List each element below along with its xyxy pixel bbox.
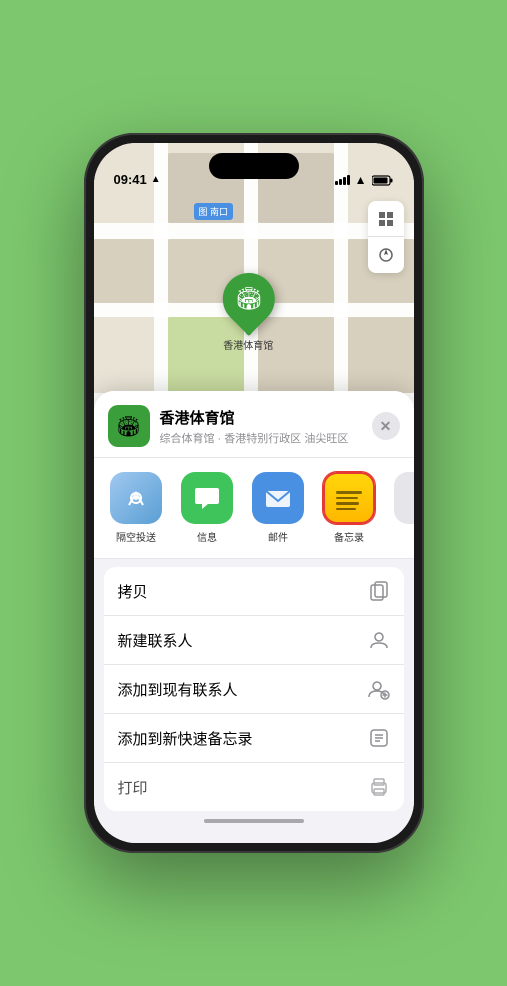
new-contact-label: 新建联系人: [118, 630, 193, 651]
pin-label: 香港体育馆: [223, 337, 273, 352]
status-time: 09:41 ▲: [114, 172, 161, 187]
airdrop-icon: [121, 483, 151, 513]
time-display: 09:41: [114, 172, 147, 187]
location-pin: 🏟: [212, 262, 286, 336]
signal-bar-4: [347, 175, 350, 185]
notes-line-3: [336, 502, 359, 505]
add-notes-label: 添加到新快速备忘录: [118, 728, 253, 749]
location-button[interactable]: [368, 237, 404, 273]
compass-icon: [378, 247, 394, 263]
notes-line-1: [336, 491, 362, 494]
close-button[interactable]: ✕: [372, 412, 400, 440]
notes-lines: [330, 487, 368, 510]
signal-bars: [335, 175, 350, 185]
action-print[interactable]: 打印: [104, 763, 404, 811]
mail-label: 邮件: [268, 529, 288, 544]
share-row: 隔空投送 信息: [94, 458, 414, 559]
bottom-sheet: 🏟 香港体育馆 综合体育馆 · 香港特别行政区 油尖旺区 ✕: [94, 391, 414, 843]
action-copy[interactable]: 拷贝: [104, 567, 404, 616]
signal-bar-3: [343, 177, 346, 185]
phone-screen: 09:41 ▲ ▲: [94, 143, 414, 843]
layers-icon: [377, 210, 395, 228]
venue-icon: 🏟: [108, 405, 150, 447]
map-label-text: 南口: [210, 207, 228, 217]
home-indicator: [204, 819, 304, 823]
messages-icon-bg: [181, 472, 233, 524]
notes-icon-bg: [323, 472, 375, 524]
venue-subtitle: 综合体育馆 · 香港特别行政区 油尖旺区: [160, 430, 372, 446]
mail-icon: [263, 483, 293, 513]
new-contact-icon: [368, 629, 390, 651]
share-item-mail[interactable]: 邮件: [246, 472, 311, 544]
messages-icon: [192, 483, 222, 513]
signal-bar-2: [339, 179, 342, 185]
share-item-messages[interactable]: 信息: [175, 472, 240, 544]
location-arrow-icon: ▲: [151, 174, 161, 185]
phone-frame: 09:41 ▲ ▲: [84, 133, 424, 853]
location-pin-container: 🏟 香港体育馆: [222, 273, 274, 352]
add-existing-label: 添加到现有联系人: [118, 679, 238, 700]
notes-line-4: [336, 508, 356, 511]
map-label: 图 南口: [194, 203, 234, 220]
map-label-prefix: 图: [199, 207, 208, 217]
copy-icon: [368, 580, 390, 602]
map-controls: [368, 201, 404, 273]
share-item-more[interactable]: 推: [388, 472, 414, 544]
airdrop-icon-bg: [110, 472, 162, 524]
share-item-airdrop[interactable]: 隔空投送: [104, 472, 169, 544]
venue-pin-icon: 🏟: [234, 286, 262, 312]
venue-name: 香港体育馆: [160, 407, 372, 428]
action-list: 拷贝 新建联系人 添加到现有联系人: [104, 567, 404, 811]
add-existing-icon: [368, 678, 390, 700]
share-item-notes[interactable]: 备忘录: [317, 472, 382, 544]
status-icons: ▲: [335, 173, 394, 187]
wifi-icon: ▲: [355, 173, 367, 187]
close-icon: ✕: [380, 418, 392, 435]
sheet-header: 🏟 香港体育馆 综合体育馆 · 香港特别行政区 油尖旺区 ✕: [94, 391, 414, 458]
signal-bar-1: [335, 181, 338, 185]
venue-info: 香港体育馆 综合体育馆 · 香港特别行政区 油尖旺区: [160, 407, 372, 446]
copy-label: 拷贝: [118, 581, 148, 602]
battery-icon: [372, 175, 394, 186]
action-add-notes[interactable]: 添加到新快速备忘录: [104, 714, 404, 763]
action-new-contact[interactable]: 新建联系人: [104, 616, 404, 665]
mail-icon-bg: [252, 472, 304, 524]
messages-label: 信息: [197, 529, 217, 544]
notes-label: 备忘录: [334, 529, 364, 544]
map-layers-button[interactable]: [368, 201, 404, 237]
airdrop-label: 隔空投送: [116, 529, 156, 544]
more-icon-bg: [394, 472, 414, 524]
dynamic-island: [209, 153, 299, 179]
add-notes-icon: [368, 727, 390, 749]
print-icon: [368, 776, 390, 798]
notes-line-2: [336, 497, 358, 500]
action-add-existing[interactable]: 添加到现有联系人: [104, 665, 404, 714]
print-label: 打印: [118, 777, 148, 798]
